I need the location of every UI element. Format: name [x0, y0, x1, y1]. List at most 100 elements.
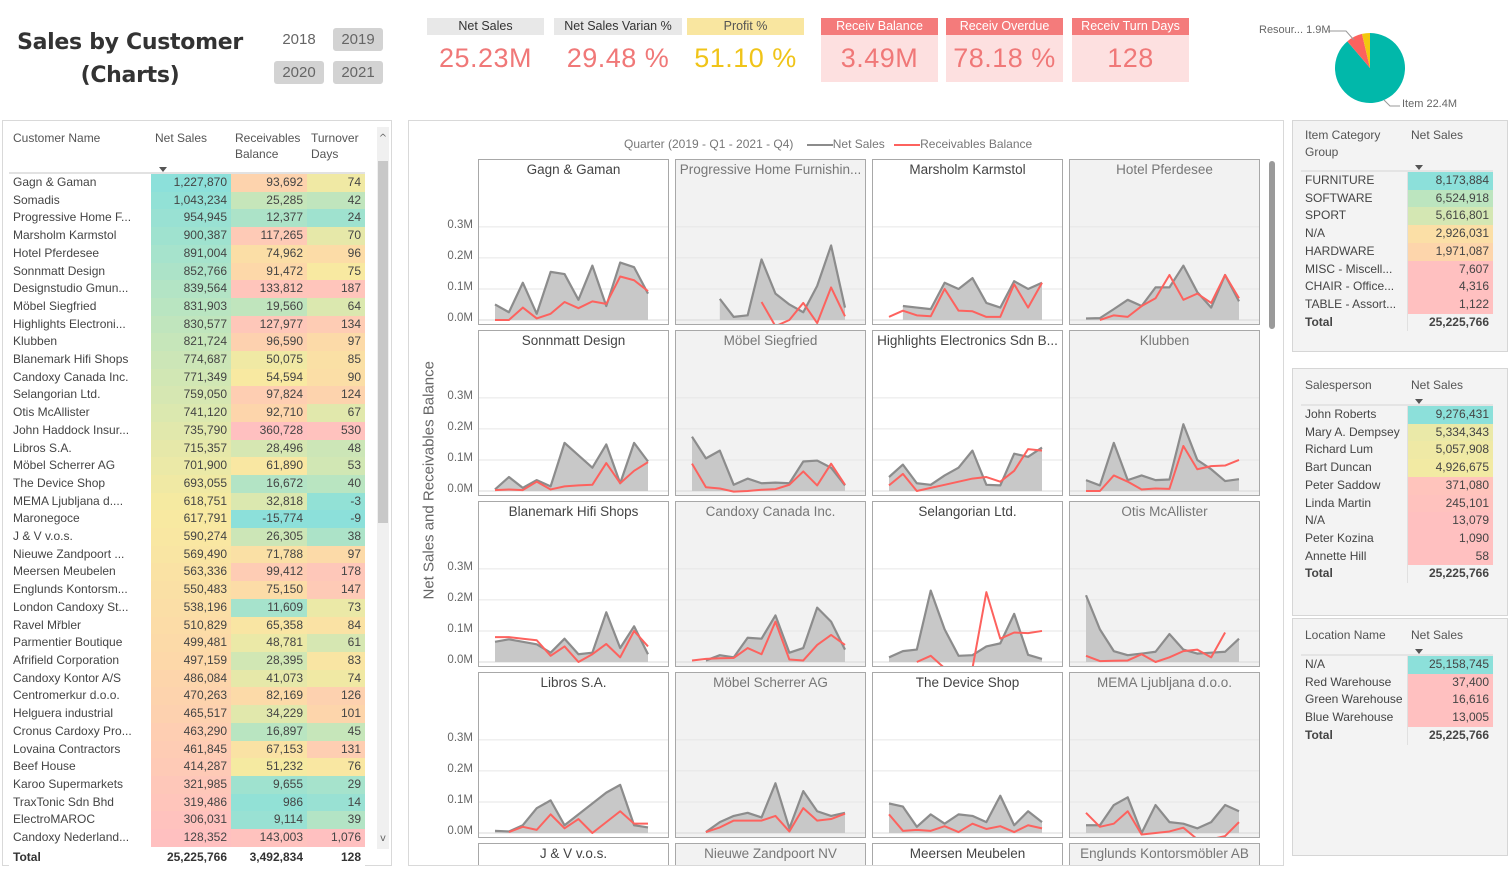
table-row[interactable]: John Haddock Insur... 735,790 360,728 530 [9, 421, 365, 440]
small-multiple-cell[interactable]: Libros S.A. [478, 672, 669, 838]
small-multiple-cell[interactable]: The Device Shop [872, 672, 1063, 838]
table-row[interactable]: Cronus Cardoxy Pro... 463,290 16,897 45 [9, 722, 365, 741]
table-row[interactable]: J & V v.o.s. 590,274 26,305 38 [9, 528, 365, 546]
small-multiple-cell[interactable]: Otis McAllister [1069, 501, 1260, 667]
small-multiple-cell[interactable]: Candoxy Canada Inc. [675, 501, 866, 667]
table-row[interactable]: Somadis 1,043,234 25,285 42 [9, 191, 365, 210]
table-row[interactable]: Möbel Scherrer AG 701,900 61,890 53 [9, 457, 365, 475]
small-multiple-cell[interactable]: Gagn & Gaman [478, 159, 669, 325]
table-row[interactable]: SPORT 5,616,801 [1301, 207, 1493, 226]
small-multiple-cell[interactable]: Möbel Siegfried [675, 330, 866, 496]
col-header-net-sales[interactable]: Net Sales [1407, 377, 1493, 406]
scrollbar-thumb[interactable] [378, 161, 388, 523]
table-row[interactable]: Hotel Pferdesee 891,004 74,962 96 [9, 244, 365, 263]
table-row[interactable]: Mary A. Dempsey 5,334,343 [1301, 423, 1493, 442]
table-row[interactable]: MISC - Miscell... 7,607 [1301, 260, 1493, 279]
table-row[interactable]: TABLE - Assort... 1,122 [1301, 295, 1493, 314]
table-row[interactable]: Karoo Supermarkets 321,985 9,655 29 [9, 775, 365, 794]
col-header-net-sales[interactable]: Net Sales [1407, 127, 1493, 172]
scroll-down-icon[interactable]: v [377, 833, 389, 844]
small-multiple-cell[interactable]: Hotel Pferdesee [1069, 159, 1260, 325]
small-multiple-cell[interactable]: Highlights Electronics Sdn B... [872, 330, 1063, 496]
small-multiple-cell[interactable]: Möbel Scherrer AG [675, 672, 866, 838]
year-button-2020[interactable]: 2020 [274, 61, 324, 84]
table-row[interactable]: Candoxy Nederland... 128,352 143,003 1,076 [9, 829, 365, 848]
col-header-item-category[interactable]: Item Category Group [1301, 127, 1407, 172]
table-row[interactable]: Maronegoce 617,791 -15,774 -9 [9, 510, 365, 529]
col-header-net-sales[interactable]: Net Sales [151, 127, 231, 174]
table-row[interactable]: London Candoxy St... 538,196 11,609 73 [9, 598, 365, 617]
table-row[interactable]: Blanemark Hifi Shops 774,687 50,075 85 [9, 351, 365, 369]
table-row[interactable]: Highlights Electroni... 830,577 127,977 134 [9, 315, 365, 334]
year-button-2021[interactable]: 2021 [333, 61, 383, 84]
table-row[interactable]: Bart Duncan 4,926,675 [1301, 459, 1493, 477]
table-row[interactable]: Marsholm Karmstol 900,387 117,265 70 [9, 227, 365, 245]
table-row[interactable]: Blue Warehouse 13,005 [1301, 709, 1493, 727]
table-row[interactable]: Gagn & Gaman 1,227,870 93,692 74 [9, 173, 365, 192]
table-row[interactable]: Afrifield Corporation 497,159 28,395 83 [9, 651, 365, 670]
col-header-salesperson[interactable]: Salesperson [1301, 377, 1407, 406]
scroll-up-icon[interactable]: ^ [377, 133, 389, 144]
small-multiple-cell[interactable]: Marsholm Karmstol [872, 159, 1063, 325]
small-multiple-cell[interactable]: Blanemark Hifi Shops [478, 501, 669, 667]
small-multiple-cell[interactable]: Meersen Meubelen [872, 843, 1063, 865]
table-row[interactable]: Selangorian Ltd. 759,050 97,824 124 [9, 386, 365, 405]
table-row[interactable]: Otis McAllister 741,120 92,710 67 [9, 404, 365, 422]
small-multiple-cell[interactable]: MEMA Ljubljana d.o.o. [1069, 672, 1260, 838]
small-multiple-cell[interactable]: Englunds Kontorsmöbler AB [1069, 843, 1260, 865]
year-button-2018[interactable]: 2018 [274, 28, 324, 51]
small-multiple-cell[interactable]: Sonnmatt Design [478, 330, 669, 496]
table-row[interactable]: Peter Kozina 1,090 [1301, 529, 1493, 548]
table-row[interactable]: CHAIR - Office... 4,316 [1301, 278, 1493, 296]
scrollbar-thumb[interactable] [1269, 161, 1275, 329]
table-row[interactable]: Beef House 414,287 51,232 76 [9, 758, 365, 776]
table-row[interactable]: Libros S.A. 715,357 28,496 48 [9, 439, 365, 458]
legend-item-receivables[interactable]: Receivables Balance [920, 137, 1032, 151]
legend-item-net-sales[interactable]: Net Sales [833, 137, 885, 151]
table-row[interactable]: Helguera industrial 465,517 34,229 101 [9, 705, 365, 723]
table-row[interactable]: ElectroMAROC 306,031 9,114 39 [9, 811, 365, 830]
table-row[interactable]: Meersen Meubelen 563,336 99,412 178 [9, 563, 365, 582]
col-header-net-sales[interactable]: Net Sales [1407, 627, 1493, 656]
table-row[interactable]: John Roberts 9,276,431 [1301, 405, 1493, 424]
table-row[interactable]: N/A 25,158,745 [1301, 655, 1493, 674]
table-row[interactable]: FURNITURE 8,173,884 [1301, 171, 1493, 190]
table-row[interactable]: Designstudio Gmun... 839,564 133,812 187 [9, 280, 365, 298]
table-row[interactable]: Annette Hill 58 [1301, 547, 1493, 566]
table-row[interactable]: Peter Saddow 371,080 [1301, 476, 1493, 495]
table-row[interactable]: HARDWARE 1,971,087 [1301, 242, 1493, 261]
table-row[interactable]: Red Warehouse 37,400 [1301, 673, 1493, 692]
table-row[interactable]: TraxTonic Sdn Bhd 319,486 986 14 [9, 793, 365, 812]
table-row[interactable]: Lovaina Contractors 461,845 67,153 131 [9, 740, 365, 759]
year-button-2019[interactable]: 2019 [333, 28, 383, 51]
col-header-turnover-days[interactable]: Turnover Days [307, 127, 365, 174]
table-row[interactable]: Candoxy Kontor A/S 486,084 41,073 74 [9, 669, 365, 688]
table-row[interactable]: Centromerkur d.o.o. 470,263 82,169 126 [9, 687, 365, 706]
small-multiple-cell[interactable]: Progressive Home Furnishin... [675, 159, 866, 325]
small-multiples-scrollbar[interactable] [1269, 161, 1275, 329]
col-header-location[interactable]: Location Name [1301, 627, 1407, 656]
small-multiple-cell[interactable]: J & V v.o.s. [478, 843, 669, 865]
table-row[interactable]: MEMA Ljubljana d.... 618,751 32,818 -3 [9, 492, 365, 511]
small-multiple-cell[interactable]: Selangorian Ltd. [872, 501, 1063, 667]
col-header-receivables-balance[interactable]: Receivables Balance [231, 127, 307, 174]
table-row[interactable]: Nieuwe Zandpoort ... 569,490 71,788 97 [9, 545, 365, 564]
table-row[interactable]: Sonnmatt Design 852,766 91,472 75 [9, 262, 365, 281]
table-row[interactable]: SOFTWARE 6,524,918 [1301, 189, 1493, 208]
small-multiple-cell[interactable]: Nieuwe Zandpoort NV [675, 843, 866, 865]
table-row[interactable]: Klubben 821,724 96,590 97 [9, 333, 365, 352]
table-row[interactable]: Englunds Kontorsm... 550,483 75,150 147 [9, 581, 365, 599]
table-row[interactable]: Parmentier Boutique 499,481 48,781 61 [9, 634, 365, 652]
small-multiple-cell[interactable]: Klubben [1069, 330, 1260, 496]
customer-table-scrollbar[interactable]: ^ v [377, 127, 389, 849]
table-row[interactable]: N/A 2,926,031 [1301, 225, 1493, 243]
table-row[interactable]: Möbel Siegfried 831,903 19,560 64 [9, 297, 365, 316]
col-header-customer-name[interactable]: Customer Name [9, 127, 151, 174]
table-row[interactable]: N/A 13,079 [1301, 512, 1493, 530]
table-row[interactable]: The Device Shop 693,055 16,672 40 [9, 474, 365, 493]
table-row[interactable]: Green Warehouse 16,616 [1301, 691, 1493, 710]
table-row[interactable]: Candoxy Canada Inc. 771,349 54,594 90 [9, 368, 365, 387]
table-row[interactable]: Ravel Mřbler 510,829 65,358 84 [9, 616, 365, 635]
table-row[interactable]: Richard Lum 5,057,908 [1301, 441, 1493, 460]
table-row[interactable]: Linda Martin 245,101 [1301, 494, 1493, 513]
